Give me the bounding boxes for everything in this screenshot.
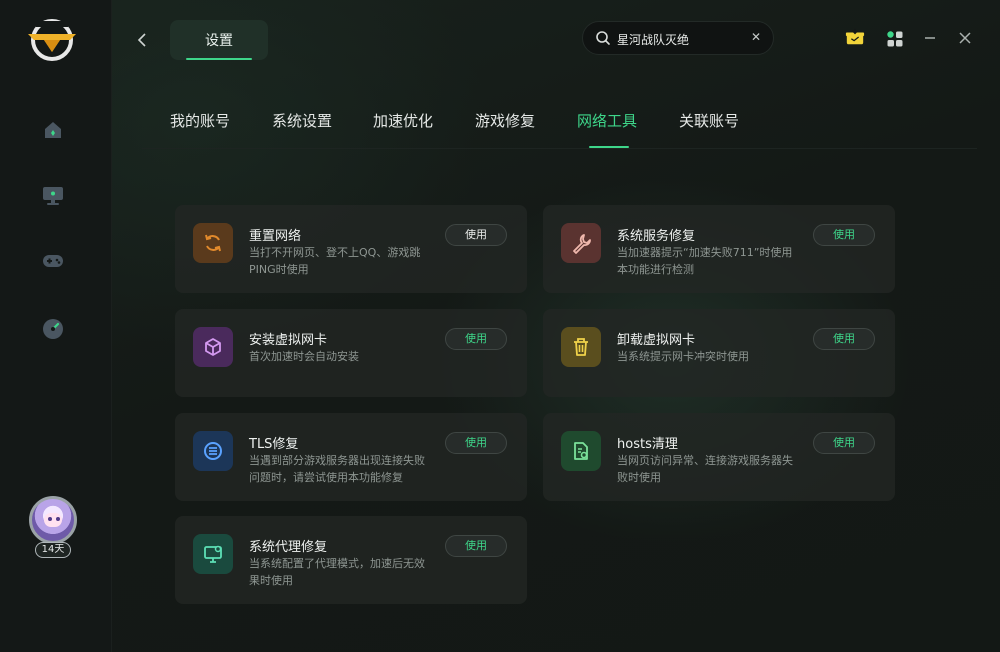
gamepad-icon[interactable] [40, 248, 66, 274]
wrench-icon [561, 223, 601, 263]
use-button-system-proxy-repair[interactable]: 使用 [445, 535, 507, 557]
speedometer-icon[interactable] [40, 316, 66, 342]
gift-box-icon[interactable] [845, 27, 865, 47]
tool-title: 安装虚拟网卡 [249, 333, 328, 348]
tool-title: 系统服务修复 [617, 229, 696, 244]
sidebar: 14天 [0, 0, 112, 652]
minimize-icon[interactable] [920, 28, 940, 48]
tab-my-account[interactable]: 我的账号 [170, 110, 230, 131]
avatar[interactable] [29, 496, 77, 544]
use-button-tls-repair[interactable]: 使用 [445, 432, 507, 454]
home-icon[interactable] [40, 117, 66, 143]
user-avatar[interactable]: 14天 [26, 496, 80, 568]
trash-icon [561, 327, 601, 367]
vip-days-badge: 14天 [35, 542, 71, 558]
tool-card-hosts-clean: hosts清理 当网页访问异常、连接游戏服务器失败时使用 使用 [543, 413, 895, 501]
tool-card-install-virtual-nic: 安装虚拟网卡 首次加速时会自动安装 使用 [175, 309, 527, 397]
cube-icon [193, 327, 233, 367]
main-panel: 设置 ✕ 我的账号 系统设置 加速优化 游戏修复 网络工具 关联账号 重置网络 … [112, 0, 1000, 652]
use-button-system-service-repair[interactable]: 使用 [813, 224, 875, 246]
tab-game-repair[interactable]: 游戏修复 [475, 110, 535, 131]
tls-icon [193, 431, 233, 471]
monitor-icon[interactable] [40, 182, 66, 208]
use-button-reset-network[interactable]: 使用 [445, 224, 507, 246]
tool-title: 系统代理修复 [249, 540, 328, 555]
tool-description: 当遇到部分游戏服务器出现连接失败问题时，请尝试使用本功能修复 [249, 454, 425, 484]
file-clean-icon [561, 431, 601, 471]
use-button-install-virtual-nic[interactable]: 使用 [445, 328, 507, 350]
tab-linked-accounts[interactable]: 关联账号 [679, 110, 739, 131]
use-button-uninstall-virtual-nic[interactable]: 使用 [813, 328, 875, 350]
refresh-icon [193, 223, 233, 263]
tool-description: 当网页访问异常、连接游戏服务器失败时使用 [617, 454, 793, 484]
tool-title: 卸载虚拟网卡 [617, 333, 696, 348]
tab-acceleration[interactable]: 加速优化 [373, 110, 433, 131]
app-logo-icon [24, 18, 80, 62]
tool-card-uninstall-virtual-nic: 卸载虚拟网卡 当系统提示网卡冲突时使用 使用 [543, 309, 895, 397]
page-title: 设置 [170, 20, 268, 60]
tool-description: 当系统提示网卡冲突时使用 [617, 350, 749, 363]
tool-title: hosts清理 [617, 437, 678, 452]
tool-card-system-proxy-repair: 系统代理修复 当系统配置了代理模式，加速后无效果时使用 使用 [175, 516, 527, 604]
monitor-settings-icon [193, 534, 233, 574]
tab-system-settings[interactable]: 系统设置 [272, 110, 332, 131]
tabs-divider [142, 148, 977, 149]
clear-search-icon[interactable]: ✕ [751, 30, 761, 44]
tab-network-tools[interactable]: 网络工具 [577, 110, 637, 131]
tool-description: 当系统配置了代理模式，加速后无效果时使用 [249, 557, 425, 587]
search-input[interactable] [617, 28, 747, 50]
tool-title: TLS修复 [249, 437, 299, 452]
tool-description: 当打不开网页、登不上QQ、游戏跳PING时使用 [249, 246, 421, 276]
back-chevron-icon[interactable] [136, 30, 152, 50]
tool-description: 当加速器提示“加速失败711”时使用本功能进行检测 [617, 246, 793, 276]
close-icon[interactable] [955, 28, 975, 48]
tool-card-reset-network: 重置网络 当打不开网页、登不上QQ、游戏跳PING时使用 使用 [175, 205, 527, 293]
apps-grid-icon[interactable] [885, 29, 905, 49]
use-button-hosts-clean[interactable]: 使用 [813, 432, 875, 454]
tool-card-tls-repair: TLS修复 当遇到部分游戏服务器出现连接失败问题时，请尝试使用本功能修复 使用 [175, 413, 527, 501]
tool-description: 首次加速时会自动安装 [249, 350, 359, 363]
tool-card-system-service-repair: 系统服务修复 当加速器提示“加速失败711”时使用本功能进行检测 使用 [543, 205, 895, 293]
search-icon [595, 30, 611, 46]
search-box[interactable]: ✕ [582, 21, 774, 55]
tool-title: 重置网络 [249, 229, 302, 244]
